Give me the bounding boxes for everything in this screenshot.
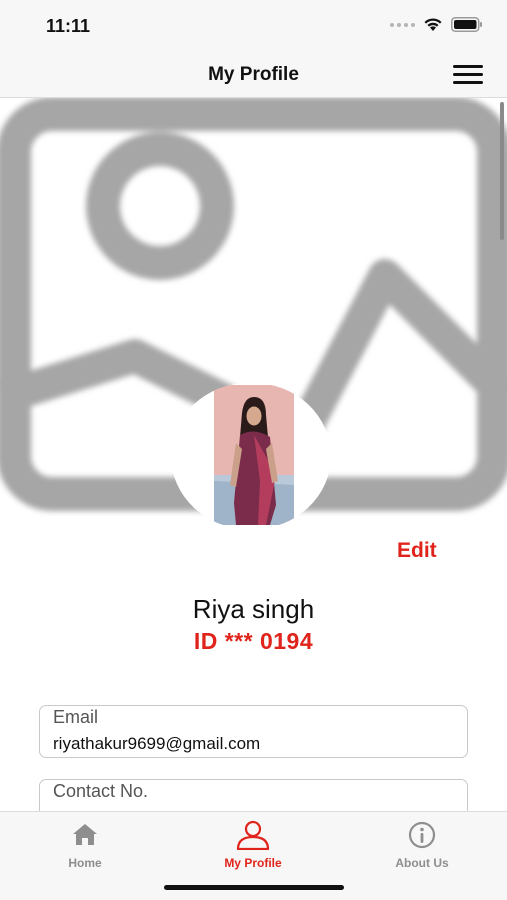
hamburger-icon xyxy=(453,65,483,68)
home-indicator[interactable] xyxy=(164,885,344,890)
battery-icon xyxy=(451,17,482,32)
profile-photo xyxy=(214,385,294,525)
home-icon xyxy=(73,824,97,845)
page-title: My Profile xyxy=(208,64,299,85)
user-name: Riya singh xyxy=(192,594,315,624)
status-time: 11:11 xyxy=(46,16,91,36)
contact-label: Contact No. xyxy=(53,781,149,801)
status-icons xyxy=(390,17,483,32)
scrollbar[interactable] xyxy=(500,102,504,240)
cellular-signal-icon xyxy=(390,22,415,27)
email-label: Email xyxy=(53,707,99,727)
status-bar: 11:11 xyxy=(0,0,507,50)
tab-about-us-label: About Us xyxy=(395,856,449,870)
menu-button[interactable] xyxy=(453,65,483,85)
user-id: ID *** 0194 xyxy=(193,628,314,654)
tab-home-label: Home xyxy=(68,856,102,870)
tab-about-us[interactable]: About Us xyxy=(362,820,482,870)
email-value[interactable]: riyathakur9699@gmail.com xyxy=(53,734,260,754)
tab-home[interactable]: Home xyxy=(25,820,145,870)
person-icon xyxy=(236,820,270,850)
avatar[interactable] xyxy=(171,383,331,529)
info-icon xyxy=(408,821,436,849)
tab-my-profile[interactable]: My Profile xyxy=(193,820,313,870)
tab-my-profile-label: My Profile xyxy=(224,856,282,870)
edit-profile-link[interactable]: Edit xyxy=(397,539,437,563)
email-field[interactable]: Email riyathakur9699@gmail.com xyxy=(39,705,468,758)
contact-field[interactable]: Contact No. xyxy=(39,779,468,811)
profile-content[interactable]: Edit Riya singh ID *** 0194 Email riyath… xyxy=(0,98,507,811)
nav-bar: My Profile xyxy=(0,50,507,98)
wifi-icon xyxy=(424,18,442,31)
